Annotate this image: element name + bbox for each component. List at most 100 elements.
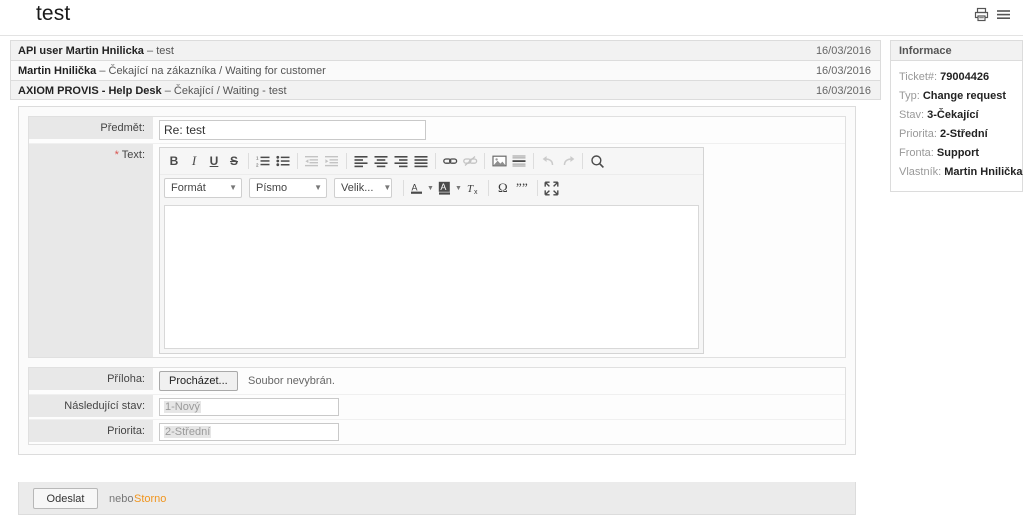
page-title: test (36, 2, 71, 25)
sidebar-value: Martin Hnilička (944, 166, 1023, 178)
sidebar-value: Support (936, 147, 980, 159)
text-field-cell: B I U S 1 2 Formát ▼ Písmo ▼ Velik... ▼ … (153, 144, 845, 357)
increase-indent-icon[interactable] (322, 151, 342, 171)
italic-icon[interactable]: I (184, 151, 204, 171)
align-right-icon[interactable] (391, 151, 411, 171)
sidebar-value: Change request (922, 90, 1006, 102)
required-marker: * (114, 149, 119, 161)
article-subject: Čekající / Waiting - test (173, 85, 287, 97)
submit-button[interactable]: Odeslat (33, 488, 98, 509)
sidebar-value: 3-Čekající (927, 109, 979, 121)
special-character-icon[interactable]: Ω (493, 178, 513, 198)
sidebar-row-ticket: Ticket#: 79004426 (899, 68, 1014, 87)
text-label-caption: Text: (121, 149, 145, 161)
attachment-label: Příloha: (29, 368, 153, 390)
article-row[interactable]: API user Martin Hnilicka – test 16/03/20… (10, 40, 881, 60)
attachment-field-cell: Procházet... Soubor nevybrán. (153, 368, 845, 394)
article-author: AXIOM PROVIS - Help Desk (18, 85, 162, 97)
chevron-down-icon: ▼ (229, 183, 237, 192)
sidebar-row-owner: Vlastník: Martin Hnilička (899, 163, 1023, 182)
strikethrough-icon[interactable]: S (224, 151, 244, 171)
sidebar-body: Ticket#: 79004426 Typ: Change request St… (891, 61, 1023, 191)
priority-label: Priorita: (29, 420, 153, 442)
horizontal-rule-icon[interactable] (509, 151, 529, 171)
next-state-label: Následující stav: (29, 395, 153, 417)
editor-content-area[interactable] (164, 205, 699, 349)
sidebar-row-state: Stav: 3-Čekající (899, 106, 1014, 125)
chevron-down-icon: ▼ (314, 183, 322, 192)
unlink-icon[interactable] (460, 151, 480, 171)
toolbar-separator (484, 153, 485, 169)
format-dropdown[interactable]: Formát ▼ (164, 178, 242, 198)
blockquote-icon[interactable]: ” ” (513, 178, 533, 198)
page-header: test (0, 0, 1023, 36)
sidebar-row-queue: Fronta: Support (899, 144, 1014, 163)
editor-toolbar-row-2: Formát ▼ Písmo ▼ Velik... ▼ A ▼ A ▼ T x … (160, 174, 703, 201)
decrease-indent-icon[interactable] (302, 151, 322, 171)
align-justify-icon[interactable] (411, 151, 431, 171)
field-row-text: * Text: B I U S 1 2 Formát ▼ Písmo ▼ Vel… (29, 143, 845, 357)
numbered-list-icon[interactable]: 1 2 (253, 151, 273, 171)
link-icon[interactable] (440, 151, 460, 171)
sidebar-row-priority: Priorita: 2-Střední (899, 125, 1014, 144)
undo-icon[interactable] (538, 151, 558, 171)
toolbar-separator (536, 180, 538, 196)
article-date: 16/03/2016 (815, 85, 871, 97)
align-center-icon[interactable] (371, 151, 391, 171)
text-color-icon[interactable]: A ▼ (408, 178, 436, 198)
svg-text:”: ” (522, 181, 528, 195)
toolbar-separator (533, 153, 534, 169)
sidebar-title: Informace (891, 41, 1022, 61)
toolbar-separator (297, 153, 298, 169)
image-icon[interactable] (489, 151, 509, 171)
maximize-icon[interactable] (542, 178, 562, 198)
rich-text-editor: B I U S 1 2 Formát ▼ Písmo ▼ Velik... ▼ … (159, 147, 704, 354)
or-label: nebo (109, 493, 134, 505)
font-dropdown[interactable]: Písmo ▼ (249, 178, 327, 198)
background-color-icon[interactable]: A ▼ (436, 178, 464, 198)
article-separator: – (164, 85, 171, 97)
size-dropdown[interactable]: Velik... ▼ (334, 178, 392, 198)
bulleted-list-icon[interactable] (273, 151, 293, 171)
priority-value: 2-Střední (164, 426, 212, 438)
sidebar-label: Typ: (899, 90, 920, 102)
field-row-attachment: Příloha: Procházet... Soubor nevybrán. (29, 368, 845, 394)
subject-label: Předmět: (29, 117, 153, 139)
article-separator: – (147, 45, 154, 57)
info-sidebar: Informace Ticket#: 79004426 Typ: Change … (890, 40, 1023, 192)
toolbar-separator (487, 180, 489, 196)
find-icon[interactable] (587, 151, 607, 171)
toolbar-separator (346, 153, 347, 169)
browse-file-button[interactable]: Procházet... (159, 371, 238, 391)
article-subject: test (156, 45, 174, 57)
next-state-select[interactable]: 1-Nový (159, 398, 339, 416)
field-row-subject: Předmět: (29, 117, 845, 143)
article-author: Martin Hnilička (18, 65, 97, 77)
selected-file-name: Soubor nevybrán. (248, 375, 335, 387)
field-row-next-state: Následující stav: 1-Nový (29, 394, 845, 419)
article-date: 16/03/2016 (815, 45, 871, 57)
hamburger-menu-icon[interactable] (996, 7, 1011, 22)
chevron-down-icon: ▼ (427, 184, 434, 192)
svg-text:A: A (412, 182, 418, 192)
remove-format-icon[interactable]: T x (464, 178, 484, 198)
bold-icon[interactable]: B (164, 151, 184, 171)
next-state-field-cell: 1-Nový (153, 395, 845, 419)
sidebar-label: Vlastník: (899, 166, 942, 178)
chevron-down-icon: ▼ (383, 183, 392, 192)
align-left-icon[interactable] (351, 151, 371, 171)
redo-icon[interactable] (558, 151, 578, 171)
print-icon[interactable] (974, 7, 989, 22)
subject-input[interactable] (159, 120, 426, 140)
article-row[interactable]: Martin Hnilička – Čekající na zákazníka … (10, 60, 881, 80)
article-row[interactable]: AXIOM PROVIS - Help Desk – Čekající / Wa… (10, 80, 881, 100)
sidebar-label: Fronta: (899, 147, 934, 159)
format-dropdown-label: Formát (171, 182, 206, 194)
cancel-link[interactable]: Storno (134, 493, 166, 505)
options-fieldset: Příloha: Procházet... Soubor nevybrán. N… (28, 367, 846, 445)
page-root: test API user Martin Hnilicka – test 16/… (0, 0, 1023, 515)
size-dropdown-label: Velik... (341, 182, 374, 194)
priority-select[interactable]: 2-Střední (159, 423, 339, 441)
article-separator: – (99, 65, 106, 77)
underline-icon[interactable]: U (204, 151, 224, 171)
